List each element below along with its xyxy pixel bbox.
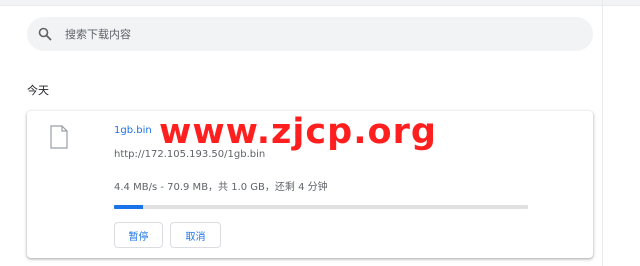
section-title-today: 今天 [27,84,49,97]
download-card: 1gb.bin www.zjcp.org http://172.105.193.… [27,111,593,258]
search-icon [37,26,53,42]
search-bar[interactable] [27,17,593,51]
search-input[interactable] [65,27,545,41]
cancel-button[interactable]: 取消 [170,222,221,248]
file-url: http://172.105.193.50/1gb.bin [114,149,266,160]
top-divider [0,0,640,6]
watermark-text: www.zjcp.org [159,112,437,152]
file-icon [50,125,68,149]
file-name-link[interactable]: 1gb.bin [114,125,152,136]
scrollbar-track [602,0,603,266]
progress-bar [114,205,528,209]
download-status: 4.4 MB/s - 70.9 MB，共 1.0 GB，还剩 4 分钟 [114,182,328,193]
progress-fill [114,205,143,209]
pause-button[interactable]: 暂停 [114,222,163,248]
